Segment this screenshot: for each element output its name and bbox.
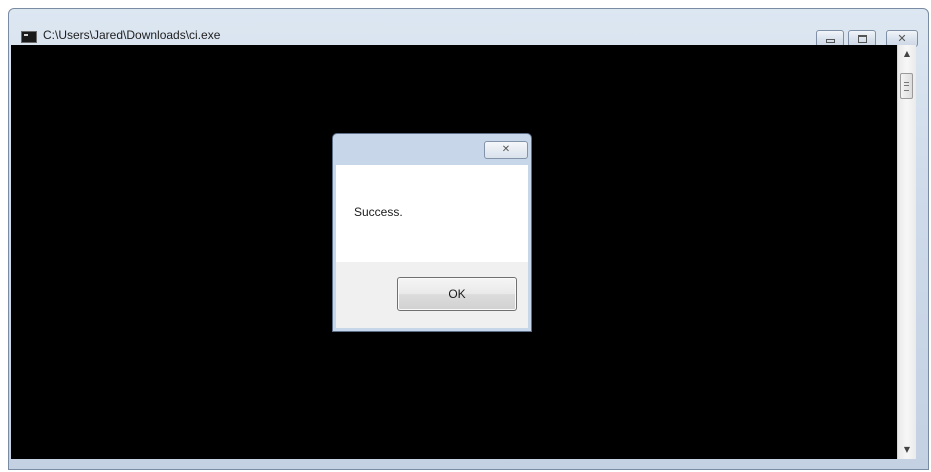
vertical-scrollbar[interactable]: ▲ ▼ <box>897 45 916 459</box>
dialog-body: Success. <box>336 165 528 262</box>
minimize-icon <box>826 39 835 43</box>
scroll-up-icon[interactable]: ▲ <box>898 47 916 61</box>
scroll-down-icon[interactable]: ▼ <box>898 443 916 457</box>
dialog-close-button[interactable]: ✕ <box>484 141 528 159</box>
close-icon: ✕ <box>897 32 907 45</box>
dialog-message: Success. <box>354 205 403 219</box>
window-title: C:\Users\Jared\Downloads\ci.exe <box>43 28 221 42</box>
ok-button[interactable]: OK <box>397 277 517 311</box>
console-app-icon[interactable] <box>21 31 37 43</box>
close-icon: ✕ <box>501 144 511 155</box>
message-box: ✕ Success. OK <box>332 133 532 332</box>
dialog-footer: OK <box>336 262 528 328</box>
scroll-thumb[interactable] <box>900 73 913 99</box>
maximize-icon <box>858 35 867 43</box>
